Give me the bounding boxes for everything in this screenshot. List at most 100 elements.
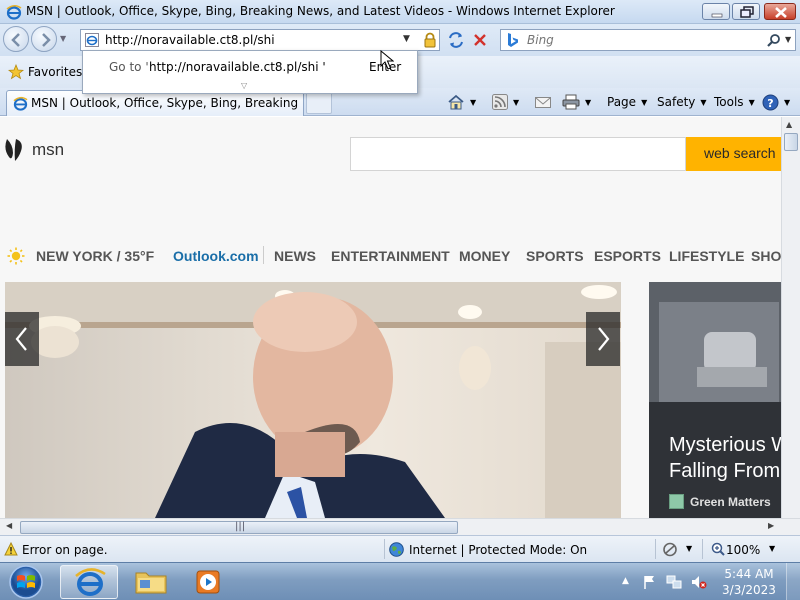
search-box[interactable]: ▼	[500, 29, 796, 51]
clock-time: 5:44 AM	[724, 567, 774, 581]
rss-feed-icon	[492, 94, 508, 110]
search-input[interactable]	[527, 32, 757, 48]
hero-next-button[interactable]	[586, 312, 620, 366]
taskbar-explorer-button[interactable]	[122, 565, 180, 599]
nav-money[interactable]: MONEY	[459, 248, 510, 264]
scroll-right-icon[interactable]: ▶	[768, 521, 774, 530]
search-icon[interactable]	[767, 33, 781, 47]
goto-url[interactable]: http://noravailable.ct8.pl/shi '	[149, 60, 326, 74]
favorites-star-icon[interactable]	[8, 64, 24, 80]
read-mail-button[interactable]	[535, 91, 551, 113]
msn-logo[interactable]: msn	[4, 137, 64, 163]
scroll-left-icon[interactable]: ◀	[6, 521, 12, 530]
nav-news[interactable]: NEWS	[274, 248, 316, 264]
weather-location[interactable]: NEW YORK / 35°F	[36, 248, 154, 264]
hero-photo	[5, 282, 621, 518]
nav-lifestyle[interactable]: LIFESTYLE	[669, 248, 744, 264]
recent-pages-dropdown[interactable]: ▼	[60, 34, 66, 43]
tools-menu[interactable]: Tools ▼	[714, 91, 755, 113]
help-button[interactable]: ? ▼	[762, 91, 790, 113]
scroll-up-icon[interactable]: ▲	[786, 120, 792, 129]
feeds-dropdown-icon[interactable]: ▼	[513, 98, 519, 107]
compatibility-view-icon[interactable]	[447, 32, 465, 48]
new-tab-button[interactable]	[306, 92, 332, 114]
nav-outlook[interactable]: Outlook.com	[173, 248, 259, 264]
error-status-text[interactable]: Error on page.	[22, 543, 108, 557]
vertical-scroll-thumb[interactable]	[784, 133, 798, 151]
zoom-level[interactable]: 100%	[726, 543, 760, 557]
restore-icon	[740, 6, 754, 18]
svg-text:?: ?	[767, 97, 773, 110]
favorites-button[interactable]: Favorites	[28, 65, 82, 79]
tray-expand-icon[interactable]: ▲	[622, 576, 629, 586]
hero-image[interactable]	[5, 282, 621, 518]
web-search-button[interactable]: web search	[686, 137, 781, 171]
safety-dropdown-icon: ▼	[700, 97, 707, 107]
home-dropdown-icon[interactable]: ▼	[470, 98, 476, 107]
warning-icon[interactable]	[4, 542, 18, 556]
msn-butterfly-icon	[5, 139, 22, 161]
menu-separator	[263, 246, 264, 264]
nav-entertainment[interactable]: ENTERTAINMENT	[331, 248, 450, 264]
nav-sports[interactable]: SPORTS	[526, 248, 584, 264]
globe-icon	[389, 542, 404, 557]
status-bar: Error on page. Internet | Protected Mode…	[0, 535, 800, 562]
minimize-button[interactable]	[702, 3, 730, 20]
msn-nav-menu: NEW YORK / 35°F Outlook.com NEWS ENTERTA…	[0, 243, 781, 267]
msn-search-input[interactable]	[350, 137, 686, 171]
security-zone-text[interactable]: Internet | Protected Mode: On	[409, 543, 587, 557]
page-menu-label: Page	[607, 95, 637, 109]
maximize-button[interactable]	[732, 3, 760, 20]
autocomplete-expand-icon[interactable]: ▽	[241, 81, 247, 90]
page-content: msn web search NEW YORK / 35°F Outlook.c…	[0, 117, 781, 518]
side-card-headline-line-1: Mysterious W	[669, 434, 781, 456]
popup-blocker-icon[interactable]	[662, 542, 678, 557]
zoom-dropdown-icon[interactable]: ▼	[769, 544, 775, 553]
taskbar-ie-button[interactable]	[60, 565, 118, 599]
address-dropdown-icon[interactable]: ▼	[403, 34, 410, 44]
page-dropdown-icon: ▼	[641, 97, 648, 107]
side-card-headline: Mysterious W Falling From	[669, 432, 781, 484]
close-button[interactable]	[764, 3, 796, 20]
start-button[interactable]	[3, 564, 49, 600]
print-button[interactable]: ▼	[562, 91, 591, 113]
address-input[interactable]	[105, 32, 395, 48]
green-matters-logo-icon	[669, 494, 684, 509]
safety-menu[interactable]: Safety ▼	[657, 91, 707, 113]
system-clock[interactable]: 5:44 AM 3/3/2023	[716, 566, 782, 598]
address-bar[interactable]: ▼	[80, 29, 440, 51]
volume-muted-icon[interactable]	[691, 574, 707, 590]
horizontal-scrollbar[interactable]: ◀ ||| ▶	[0, 518, 800, 535]
search-options-dropdown[interactable]: ▼	[785, 35, 791, 44]
ie-tab-icon	[13, 96, 28, 111]
zoom-icon[interactable]	[711, 542, 725, 556]
popup-dropdown-icon[interactable]: ▼	[686, 544, 692, 553]
network-icon[interactable]	[666, 574, 682, 590]
stop-icon[interactable]	[472, 32, 488, 48]
msn-logo-text: msn	[32, 140, 65, 159]
vertical-scrollbar[interactable]: ▲	[781, 117, 800, 518]
hero-previous-button[interactable]	[5, 312, 39, 366]
feeds-button[interactable]: ▼	[492, 91, 519, 113]
help-icon: ?	[762, 94, 779, 110]
bing-logo-icon	[508, 33, 518, 47]
horizontal-scroll-thumb[interactable]: |||	[20, 521, 458, 534]
status-divider	[384, 539, 385, 559]
lock-icon[interactable]	[422, 32, 438, 48]
goto-label[interactable]: Go to '	[109, 60, 149, 74]
back-button[interactable]	[3, 26, 29, 52]
taskbar: ▲ 5:44 AM 3/3/2023	[0, 562, 800, 600]
home-button[interactable]: ▼	[447, 91, 476, 113]
forward-button[interactable]	[31, 26, 57, 52]
page-menu[interactable]: Page ▼	[607, 91, 647, 113]
print-dropdown-icon[interactable]: ▼	[585, 98, 591, 107]
action-center-flag-icon[interactable]	[642, 574, 658, 590]
scroll-grip-icon: |||	[235, 521, 246, 532]
taskbar-media-player-button[interactable]	[180, 565, 238, 599]
show-desktop-button[interactable]	[786, 563, 800, 600]
nav-esports[interactable]: ESPORTS	[594, 248, 661, 264]
nav-shop[interactable]: SHOP	[751, 248, 781, 264]
side-news-card[interactable]: Mysterious W Falling From Green Matters	[649, 282, 781, 518]
back-arrow-icon	[11, 33, 20, 47]
ie-page-icon	[85, 33, 99, 47]
